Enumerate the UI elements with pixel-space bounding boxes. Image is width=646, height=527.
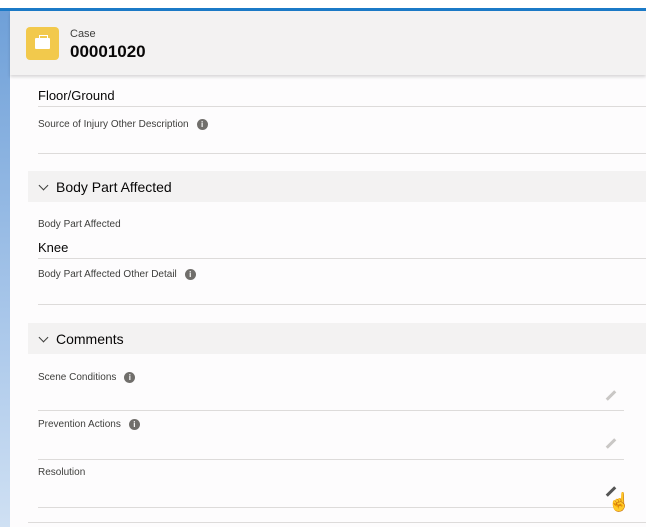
info-icon[interactable]: i	[124, 372, 136, 383]
chevron-down-icon	[38, 180, 49, 191]
field-label: Source of Injury Other Description	[38, 119, 189, 131]
body-part-label: Body Part Affected	[38, 219, 121, 230]
object-label: Case	[70, 28, 96, 40]
divider	[38, 507, 624, 508]
field-label: Scene Conditions	[38, 372, 117, 384]
info-icon[interactable]: i	[128, 419, 140, 430]
divider	[38, 106, 646, 107]
divider	[38, 304, 646, 305]
divider	[38, 410, 624, 411]
divider	[38, 459, 624, 460]
body-part-value: Knee	[38, 240, 69, 255]
info-icon[interactable]: i	[184, 269, 196, 280]
field-label: Prevention Actions	[38, 419, 121, 431]
record-number: 00001020	[70, 42, 146, 61]
section-comments[interactable]: Comments	[28, 323, 646, 354]
scene-conditions-label: Scene Conditions i	[38, 372, 136, 384]
prevention-actions-label: Prevention Actions i	[38, 419, 140, 430]
section-title: Comments	[56, 331, 124, 347]
section-title: Body Part Affected	[56, 179, 172, 195]
field-label: Body Part Affected Other Detail	[38, 269, 177, 281]
info-icon[interactable]: i	[196, 119, 208, 130]
record-header: Case 00001020	[10, 11, 646, 75]
briefcase-icon	[26, 27, 59, 60]
divider	[28, 522, 646, 523]
background-strip	[0, 11, 10, 527]
section-body-part-affected[interactable]: Body Part Affected	[28, 171, 646, 202]
divider	[38, 258, 646, 259]
divider	[38, 153, 646, 154]
source-other-label: Source of Injury Other Description i	[38, 119, 208, 130]
chevron-down-icon	[38, 332, 49, 343]
resolution-label: Resolution	[38, 467, 86, 478]
source-of-injury-value: Floor/Ground	[38, 88, 115, 103]
hand-cursor-icon: ☝	[608, 492, 631, 512]
body-part-other-label: Body Part Affected Other Detail i	[38, 269, 196, 280]
